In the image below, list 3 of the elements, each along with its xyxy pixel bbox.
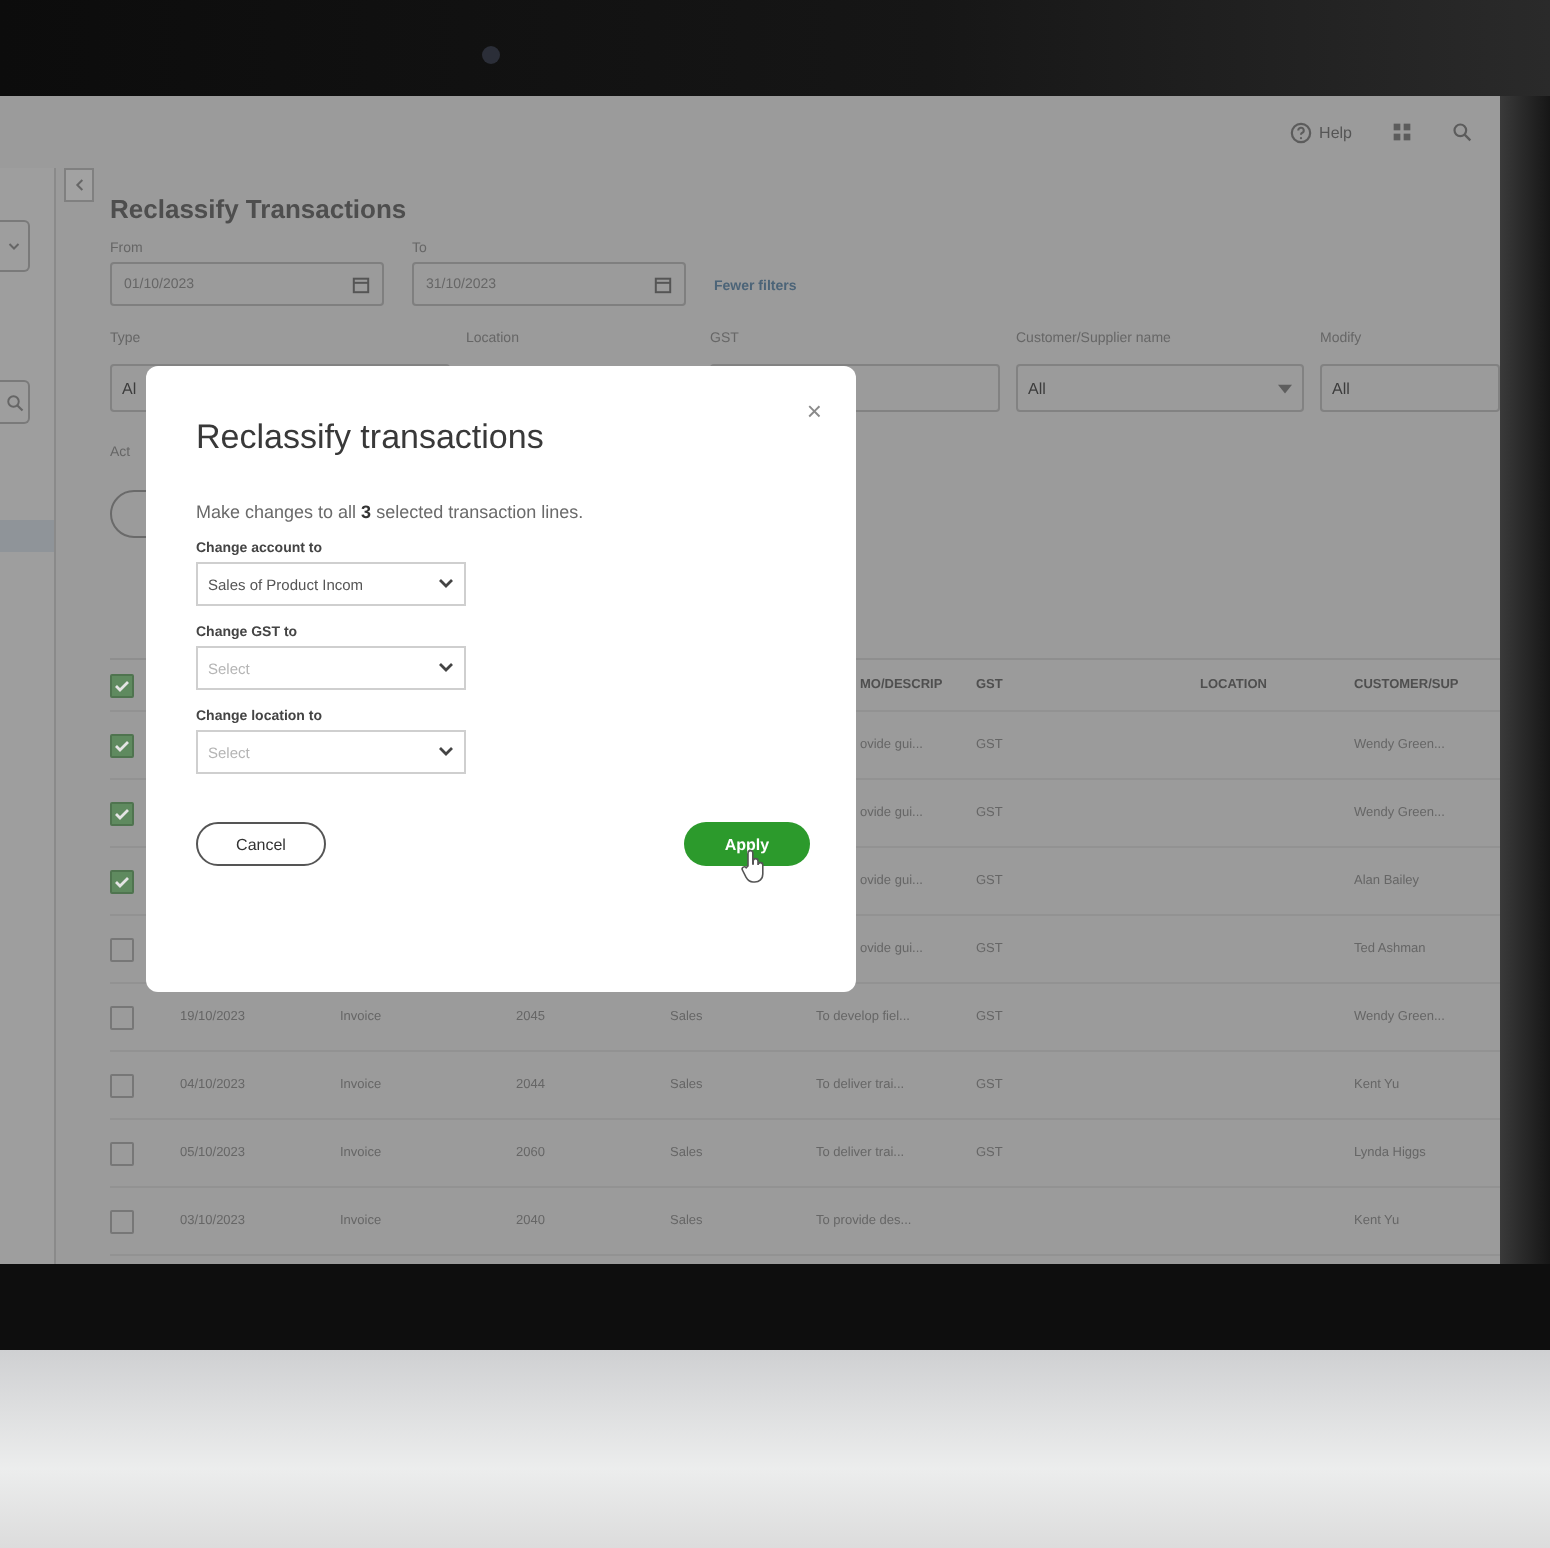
- page-title: Reclassify Transactions: [110, 196, 409, 224]
- dialog-message: Make changes to all 3 selected transaction lines.: [196, 502, 586, 522]
- dialog-title: Reclassify transactions: [196, 418, 544, 458]
